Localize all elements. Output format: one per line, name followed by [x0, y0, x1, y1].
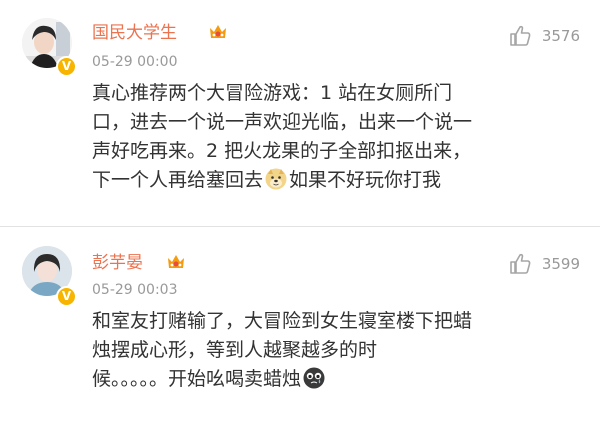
username[interactable]: 彭芋晏 [92, 248, 143, 273]
comment-item: V 彭芋晏 05-29 00:03 3599 和室友打赌输了，大冒险到女生寝室楼… [0, 226, 600, 428]
like-count: 3599 [541, 255, 580, 273]
comment-item: V 国民大学生 05-29 00:00 3576 真心推荐两个大冒险游戏：1 站… [0, 0, 600, 226]
doge-emoji-icon [265, 168, 287, 190]
comment-text-line: 候。。。。。开始吆喝卖蜡烛 [92, 365, 560, 394]
like-button[interactable]: 3599 [508, 252, 580, 276]
comment-timestamp: 05-29 00:03 [92, 282, 178, 298]
comment-text-segment: 下一个人再给塞回去 [92, 169, 264, 191]
crown-member-icon [210, 25, 226, 38]
comment-text-line: 声好吃再来。2 把火龙果的子全部扣抠出来， [92, 140, 472, 162]
comment-text-line: 烛摆成心形，等到人越聚越多的时 [92, 339, 378, 361]
verified-v-icon: V [56, 286, 77, 307]
crying-emoji-icon [303, 367, 325, 389]
comment-text-line: 口，进去一个说一声欢迎光临，出来一个说一 [92, 111, 473, 133]
username[interactable]: 国民大学生 [92, 18, 177, 43]
comment-text-line: 下一个人再给塞回去 如果不好玩你打我 [92, 166, 560, 195]
comment-text: 和室友打赌输了，大冒险到女生寝室楼下把蜡 烛摆成心形，等到人越聚越多的时 候。。… [92, 307, 560, 394]
comment-timestamp: 05-29 00:00 [92, 54, 178, 70]
thumbs-up-icon [510, 253, 531, 274]
like-button[interactable]: 3576 [508, 24, 580, 48]
comment-text-segment: 如果不好玩你打我 [289, 169, 442, 191]
comment-text-line: 和室友打赌输了，大冒险到女生寝室楼下把蜡 [92, 310, 473, 332]
thumbs-up-icon [510, 25, 531, 46]
comment-text-segment: 候。。。。。开始吆喝卖蜡烛 [92, 368, 302, 390]
comment-text-line: 真心推荐两个大冒险游戏：1 站在女厕所门 [92, 82, 453, 104]
crown-member-icon [168, 255, 184, 268]
like-count: 3576 [541, 27, 580, 45]
verified-v-icon: V [56, 56, 77, 77]
comment-text: 真心推荐两个大冒险游戏：1 站在女厕所门 口，进去一个说一声欢迎光临，出来一个说… [92, 79, 560, 195]
